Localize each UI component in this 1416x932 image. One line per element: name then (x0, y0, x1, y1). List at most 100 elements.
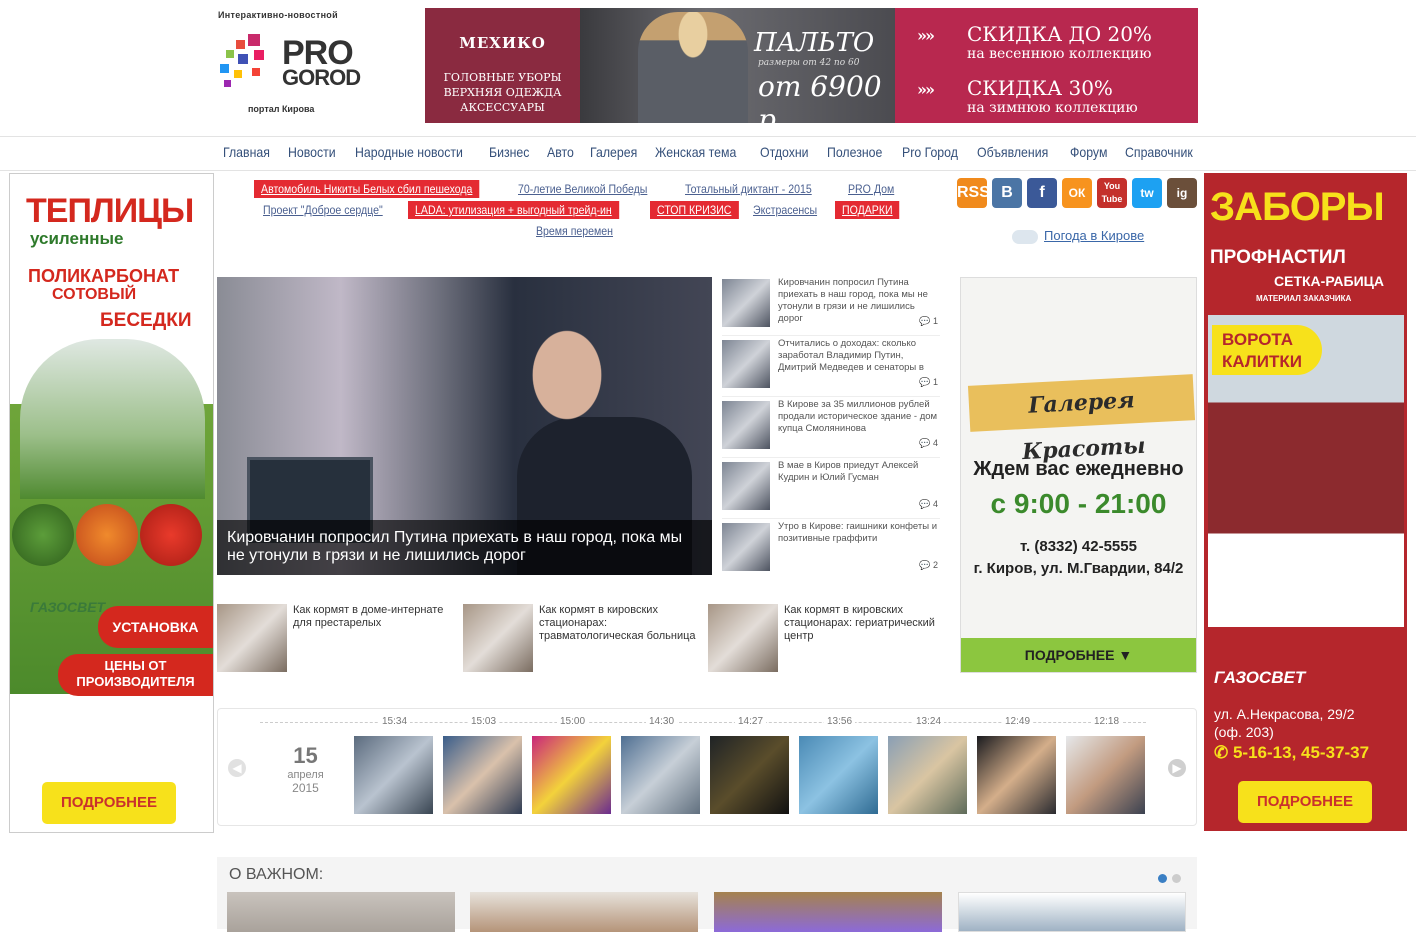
banner-coat-panel: ПАЛЬТО размеры от 42 по 60 от 6900 р. (580, 8, 895, 123)
youtube-icon[interactable]: You Tube (1097, 178, 1127, 208)
timeline-next-button[interactable]: ▶ (1168, 759, 1186, 777)
odnoklassniki-icon[interactable]: ОК (1062, 178, 1092, 208)
tag-link[interactable]: Проект "Доброе сердце" (263, 203, 383, 217)
vk-icon[interactable]: В (992, 178, 1022, 208)
left-ad-banner[interactable]: ТЕПЛИЦЫ усиленные ПОЛИКАРБОНАТ СОТОВЫЙ Б… (9, 173, 214, 833)
banner-model-image (638, 12, 748, 123)
news-item[interactable]: Отчитались о доходах: сколько заработал … (722, 338, 940, 397)
timeline-thumbnail[interactable] (888, 736, 967, 814)
left-ad-more-button[interactable]: ПОДРОБНЕЕ (42, 782, 176, 824)
timeline-thumbnail[interactable] (443, 736, 522, 814)
nav-item-news[interactable]: Новости (288, 144, 336, 160)
important-card[interactable] (470, 892, 698, 932)
timeline-thumbnail[interactable] (532, 736, 611, 814)
nav-label: Pro Город (901, 144, 958, 160)
news-item[interactable]: В мае в Киров приедут Алексей Кудрин и Ю… (722, 460, 940, 519)
nav-item-forum[interactable]: Форум (1070, 144, 1107, 160)
nav-item-women[interactable]: Женская тема (655, 144, 736, 160)
tag-link[interactable]: ПОДАРКИ (835, 201, 900, 219)
rss-icon[interactable]: RSS (957, 178, 990, 208)
news-title[interactable]: Утро в Кирове: гаишники конфеты и позити… (778, 521, 938, 569)
timeline-thumbnail[interactable] (1066, 736, 1145, 814)
photo-person-head (507, 312, 627, 452)
nav-item-ads[interactable]: Объявления (977, 144, 1048, 160)
right-ad-banner[interactable]: ЗАБОРЫ ПРОФНАСТИЛ СЕТКА-РАБИЦА МАТЕРИАЛ … (1204, 173, 1407, 831)
nav-item-auto[interactable]: Авто (547, 144, 574, 160)
carousel-dot-active[interactable] (1158, 874, 1167, 883)
news-item[interactable]: Утро в Кирове: гаишники конфеты и позити… (722, 521, 940, 579)
news-thumbnail (708, 604, 778, 672)
timeline-thumbnail[interactable] (621, 736, 700, 814)
main-news-photo[interactable]: Кировчанин попросил Путина приехать в на… (217, 277, 712, 575)
timeline-time: 12:18 (1091, 716, 1123, 727)
twitter-icon[interactable]: tw (1132, 178, 1162, 208)
ad-headline: ЗАБОРЫ (1210, 185, 1385, 229)
nav-item-progorod[interactable]: Pro Город (902, 144, 958, 160)
timeline-date: 15 апреля 2015 (278, 743, 333, 795)
nav-item-relax[interactable]: Отдохни (760, 144, 809, 160)
timeline-time: 15:00 (557, 716, 589, 727)
comment-count-value: 2 (932, 560, 938, 570)
comment-icon: 💬 (919, 438, 931, 448)
tag-link[interactable]: Экстрасенсы (753, 203, 817, 217)
news-title[interactable]: В мае в Киров приедут Алексей Кудрин и Ю… (778, 460, 938, 508)
nav-label: Авто (547, 144, 574, 160)
tag-link[interactable]: Время перемен (536, 224, 613, 238)
right-ad-more-button[interactable]: ПОДРОБНЕЕ (1238, 781, 1372, 823)
double-arrow-icon: »» (917, 26, 935, 45)
timeline-thumbnail[interactable] (354, 736, 433, 814)
tag-link[interactable]: Автомобиль Никиты Белых сбил пешехода (254, 180, 480, 198)
mini-news-item[interactable]: Как кормят в кировских стационарах: гери… (708, 604, 943, 674)
tag-link[interactable]: Тотальный диктант - 2015 (685, 182, 812, 196)
mini-news-item[interactable]: Как кормят в доме-интернате для престаре… (217, 604, 452, 674)
news-title[interactable]: Как кормят в кировских стационарах: трав… (539, 604, 699, 643)
ad-phone: ✆ 5-16-13, 45-37-37 (1214, 743, 1369, 763)
nav-item-business[interactable]: Бизнес (489, 144, 529, 160)
main-news-caption[interactable]: Кировчанин попросил Путина приехать в на… (217, 520, 712, 575)
ad-address: ул. А.Некрасова, 29/2 (оф. 203) (40, 706, 181, 742)
nav-item-directory[interactable]: Справочник (1125, 144, 1193, 160)
logo-subtitle: портал Кирова (248, 104, 315, 114)
tag-link[interactable]: PRO Дом (848, 182, 894, 196)
timeline-thumbnail[interactable] (799, 736, 878, 814)
comment-count-value: 4 (932, 438, 938, 448)
site-logo[interactable]: Интерактивно-новостной PRO GOROD портал … (218, 10, 368, 120)
logo-pro: PRO (282, 34, 354, 72)
nav-item-people-news[interactable]: Народные новости (355, 144, 463, 160)
carousel-dot[interactable] (1172, 874, 1181, 883)
news-item[interactable]: В Кирове за 35 миллионов рублей продали … (722, 399, 940, 458)
tag-link[interactable]: LADA: утилизация + выгодный трейд-ин (408, 201, 619, 219)
nav-item-useful[interactable]: Полезное (827, 144, 882, 160)
timeline-thumbnail[interactable] (710, 736, 789, 814)
news-item[interactable]: Кировчанин попросил Путина приехать в на… (722, 277, 940, 336)
news-title[interactable]: Как кормят в доме-интернате для престаре… (293, 604, 453, 630)
news-title[interactable]: Как кормят в кировских стационарах: гери… (784, 604, 944, 643)
timeline-time: 14:30 (646, 716, 678, 727)
instagram-icon[interactable]: ig (1167, 178, 1197, 208)
weather-link[interactable]: Погода в Кирове (1012, 228, 1144, 244)
nav-item-gallery[interactable]: Галерея (590, 144, 637, 160)
comment-count-value: 1 (932, 377, 938, 387)
facebook-icon[interactable]: f (1027, 178, 1057, 208)
address-line: (оф. 203) (40, 725, 100, 741)
important-card[interactable] (958, 892, 1186, 932)
timeline-prev-button[interactable]: ◀ (228, 759, 246, 777)
tag-link[interactable]: 70-летие Великой Победы (518, 182, 647, 196)
timeline-thumbnail[interactable] (977, 736, 1056, 814)
date-month: апреля (287, 769, 324, 781)
beauty-salon-ad[interactable]: Галерея Красоты Ждем вас ежедневно с 9:0… (960, 277, 1197, 673)
important-card[interactable] (714, 892, 942, 932)
tag-link[interactable]: СТОП КРИЗИС (650, 201, 739, 219)
important-card[interactable] (227, 892, 455, 932)
nav-item-home[interactable]: Главная (223, 144, 270, 160)
logo-mark-icon (220, 34, 264, 87)
news-title[interactable]: Отчитались о доходах: сколько заработал … (778, 338, 938, 386)
comment-count: 💬 1 (919, 316, 938, 327)
news-title[interactable]: В Кирове за 35 миллионов рублей продали … (778, 399, 938, 447)
mini-news-item[interactable]: Как кормят в кировских стационарах: трав… (463, 604, 698, 674)
news-thumbnail (722, 340, 770, 388)
hot-tags: Автомобиль Никиты Белых сбил пешехода 70… (218, 178, 938, 240)
news-title[interactable]: Кировчанин попросил Путина приехать в на… (778, 277, 938, 325)
top-ad-banner[interactable]: МЕХИКО ГОЛОВНЫЕ УБОРЫ ВЕРХНЯЯ ОДЕЖДА АКС… (425, 8, 1198, 123)
beauty-more-button[interactable]: ПОДРОБНЕЕ ▼ (961, 638, 1196, 672)
